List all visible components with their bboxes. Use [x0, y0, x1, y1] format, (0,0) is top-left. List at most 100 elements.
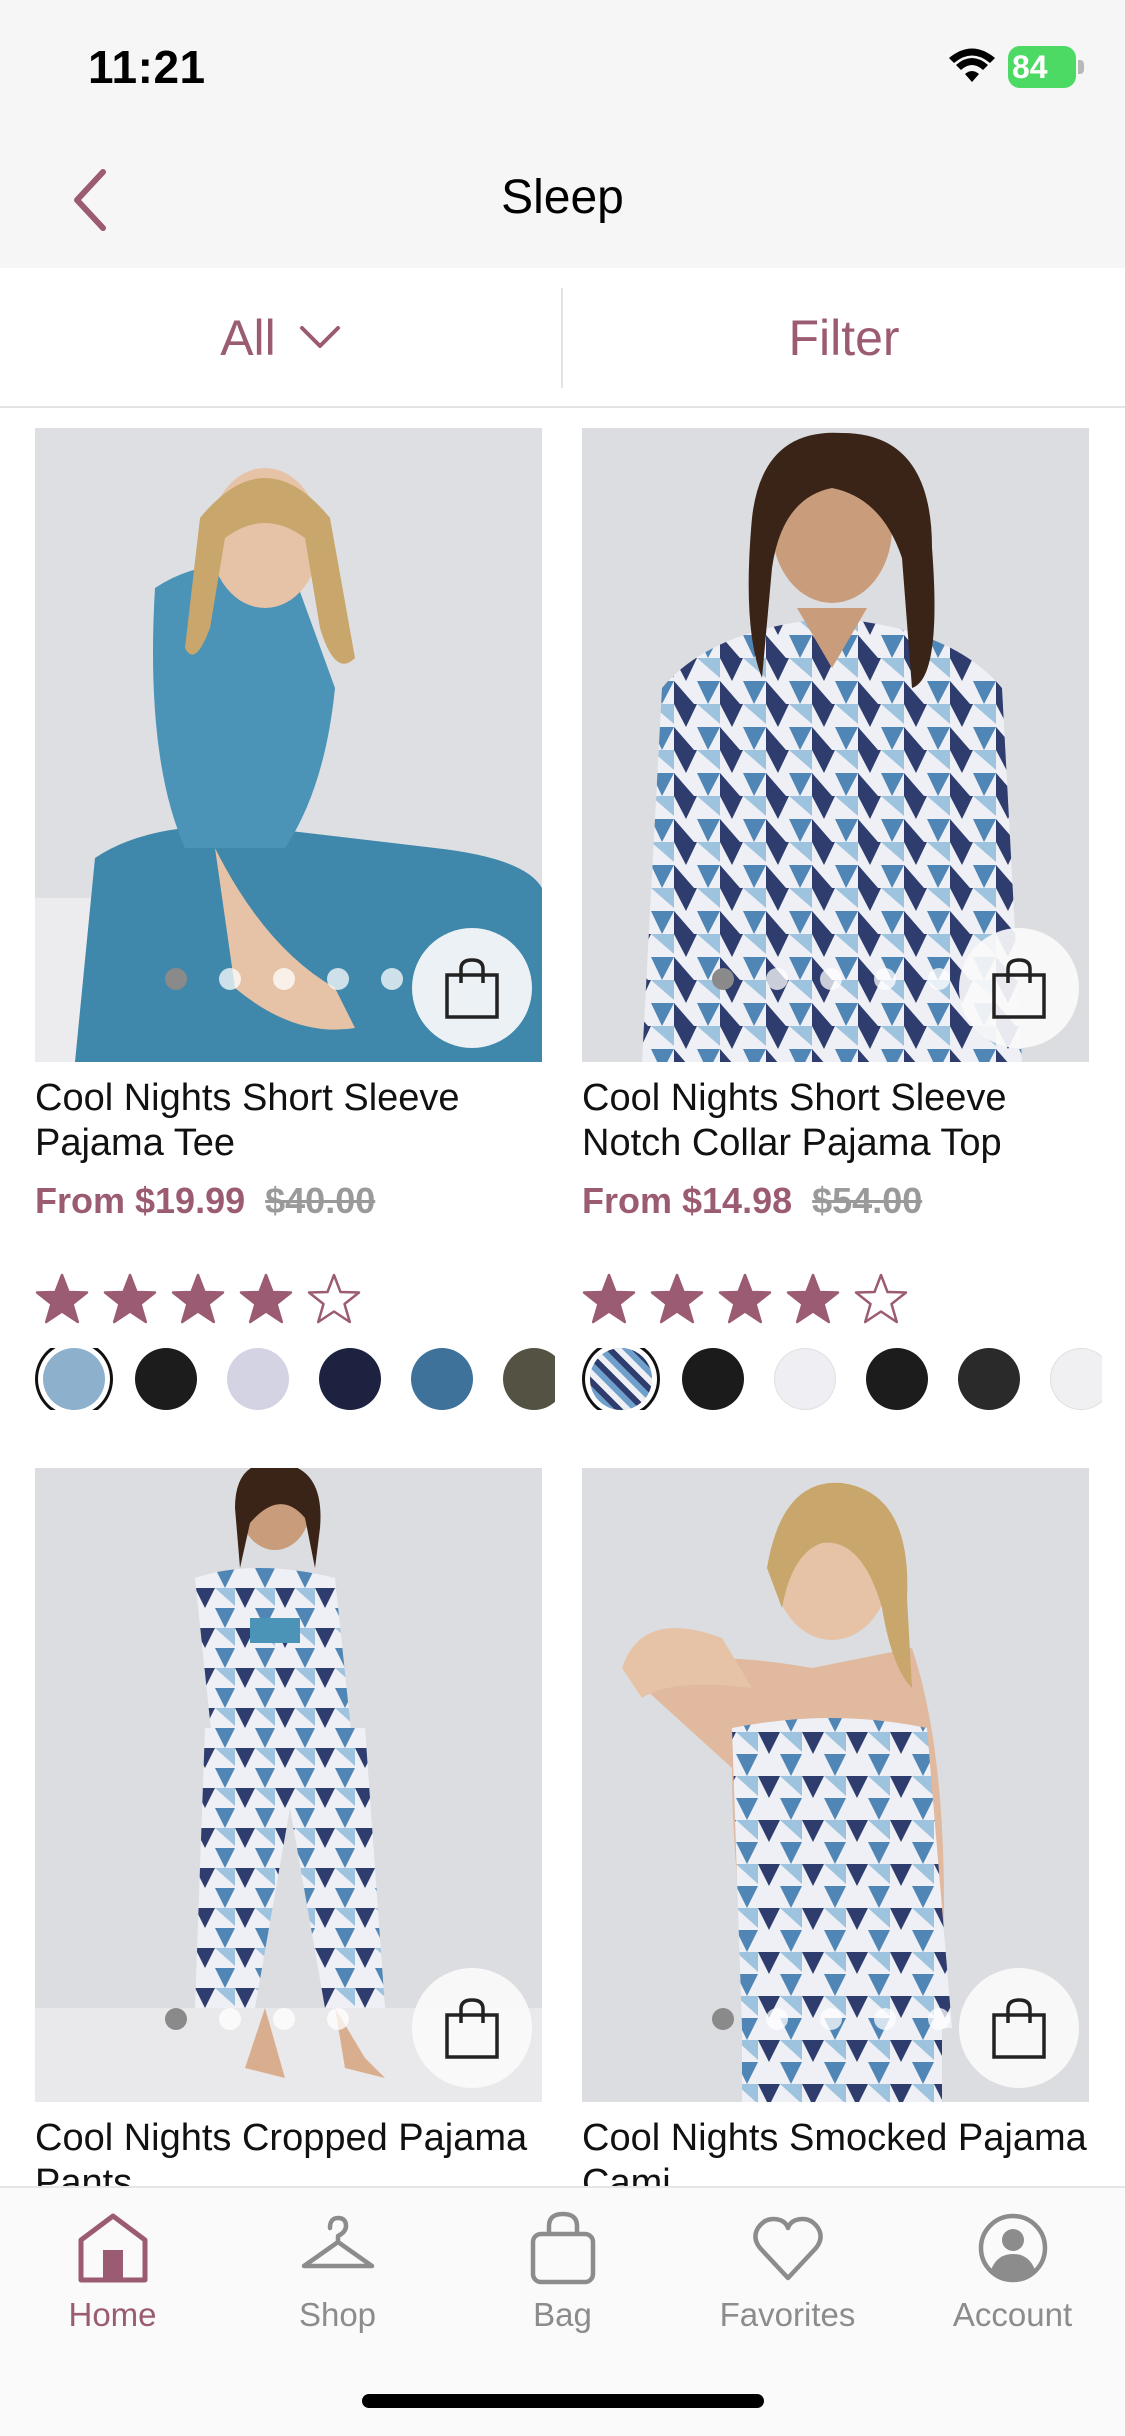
product-name[interactable]: Cool Nights Smocked Pajama Cami	[582, 2116, 1089, 2188]
carousel-dot[interactable]	[766, 968, 788, 990]
tab-favorites[interactable]: Favorites	[675, 2210, 900, 2350]
image-carousel-dots	[712, 2008, 950, 2030]
color-swatch[interactable]	[319, 1348, 381, 1410]
tab-bag[interactable]: Bag	[450, 2210, 675, 2350]
shopping-bag-icon	[445, 958, 499, 1019]
carousel-dot[interactable]	[928, 968, 950, 990]
product-image[interactable]	[35, 428, 542, 1062]
battery-icon: 84	[1008, 46, 1084, 88]
price-prefix: From	[35, 1180, 125, 1221]
carousel-dot[interactable]	[712, 2008, 734, 2030]
color-swatch[interactable]	[958, 1348, 1020, 1410]
color-swatches	[35, 1348, 555, 1410]
home-indicator	[362, 2394, 764, 2408]
bag-icon	[530, 2211, 595, 2285]
product-image[interactable]	[582, 428, 1089, 1062]
original-price: $40.00	[265, 1180, 376, 1221]
add-to-bag-button[interactable]	[412, 1968, 532, 2088]
tab-label: Shop	[298, 2296, 377, 2333]
carousel-dot[interactable]	[273, 968, 295, 990]
carousel-dot[interactable]	[820, 2008, 842, 2030]
wifi-icon	[949, 48, 995, 82]
chevron-down-icon	[299, 326, 340, 348]
image-carousel-dots	[712, 968, 950, 990]
heart-icon	[752, 2216, 823, 2281]
product-card[interactable]: Cool Nights Short Sleeve Notch Collar Pa…	[582, 428, 1102, 1410]
color-swatch[interactable]	[866, 1348, 928, 1410]
home-icon	[78, 2213, 147, 2283]
shopping-bag-icon	[445, 1998, 499, 2059]
star-filled-icon	[239, 1273, 293, 1324]
tab-label: Home	[68, 2296, 157, 2333]
product-name[interactable]: Cool Nights Cropped Pajama Pants	[35, 2116, 542, 2188]
star-filled-icon	[718, 1273, 772, 1324]
image-carousel-dots	[165, 2008, 349, 2030]
carousel-dot[interactable]	[381, 968, 403, 990]
star-filled-icon	[171, 1273, 225, 1324]
carousel-dot[interactable]	[219, 2008, 241, 2030]
carousel-dot[interactable]	[219, 968, 241, 990]
tab-label: Account	[952, 2296, 1073, 2333]
carousel-dot[interactable]	[766, 2008, 788, 2030]
app-screen: 11:21 84 Sleep All Filter Cool Nights Sh…	[0, 0, 1125, 2436]
price-row: From $19.99 $40.00	[35, 1180, 542, 1222]
page-title: Sleep	[501, 171, 624, 224]
product-card[interactable]: Cool Nights Cropped Pajama Pants	[35, 1468, 542, 2188]
star-filled-icon	[103, 1273, 157, 1324]
sale-price: $19.99	[135, 1180, 246, 1221]
star-filled-icon	[35, 1273, 89, 1324]
tab-shop[interactable]: Shop	[225, 2210, 450, 2350]
color-swatch[interactable]	[1050, 1348, 1102, 1410]
tab-label: Bag	[533, 2296, 592, 2333]
account-icon	[978, 2213, 1047, 2283]
add-to-bag-button[interactable]	[412, 928, 532, 1048]
carousel-dot[interactable]	[273, 2008, 295, 2030]
star-filled-icon	[786, 1273, 840, 1324]
add-to-bag-button[interactable]	[959, 1968, 1079, 2088]
filter-button[interactable]: Filter	[563, 268, 1125, 408]
color-swatch[interactable]	[590, 1348, 652, 1410]
color-swatch[interactable]	[227, 1348, 289, 1410]
star-rating	[35, 1272, 542, 1326]
status-time: 11:21	[88, 41, 206, 93]
star-empty-icon	[307, 1273, 361, 1324]
product-image[interactable]	[35, 1468, 542, 2102]
shopping-bag-icon	[992, 958, 1046, 1019]
battery-level: 84	[1012, 49, 1048, 85]
color-swatch[interactable]	[43, 1348, 105, 1410]
category-label: All	[220, 310, 276, 366]
color-swatch[interactable]	[411, 1348, 473, 1410]
category-dropdown[interactable]: All	[0, 268, 562, 408]
carousel-dot[interactable]	[820, 968, 842, 990]
star-empty-icon	[854, 1273, 908, 1324]
carousel-dot[interactable]	[874, 2008, 896, 2030]
original-price: $54.00	[812, 1180, 923, 1221]
product-card[interactable]: Cool Nights Smocked Pajama Cami	[582, 1468, 1089, 2188]
color-swatches	[582, 1348, 1102, 1410]
carousel-dot[interactable]	[327, 968, 349, 990]
tab-account[interactable]: Account	[900, 2210, 1125, 2350]
color-swatch[interactable]	[774, 1348, 836, 1410]
price-row: From $14.98 $54.00	[582, 1180, 1089, 1222]
price-prefix: From	[582, 1180, 672, 1221]
product-image[interactable]	[582, 1468, 1089, 2102]
image-carousel-dots	[165, 968, 403, 990]
status-bar: 11:21 84	[0, 0, 1125, 130]
filter-bar: All Filter	[0, 268, 1125, 408]
carousel-dot[interactable]	[712, 968, 734, 990]
color-swatch[interactable]	[135, 1348, 197, 1410]
carousel-dot[interactable]	[874, 968, 896, 990]
product-name[interactable]: Cool Nights Short Sleeve Notch Collar Pa…	[582, 1076, 1089, 1166]
add-to-bag-button[interactable]	[959, 928, 1079, 1048]
product-card[interactable]: Cool Nights Short Sleeve Pajama Tee From…	[35, 428, 555, 1410]
carousel-dot[interactable]	[327, 2008, 349, 2030]
color-swatch[interactable]	[503, 1348, 555, 1410]
color-swatch[interactable]	[682, 1348, 744, 1410]
tab-home[interactable]: Home	[0, 2210, 225, 2350]
carousel-dot[interactable]	[165, 2008, 187, 2030]
product-name[interactable]: Cool Nights Short Sleeve Pajama Tee	[35, 1076, 542, 1166]
carousel-dot[interactable]	[928, 2008, 950, 2030]
carousel-dot[interactable]	[165, 968, 187, 990]
shopping-bag-icon	[992, 1998, 1046, 2059]
navigation-bar: Sleep	[0, 130, 1125, 268]
